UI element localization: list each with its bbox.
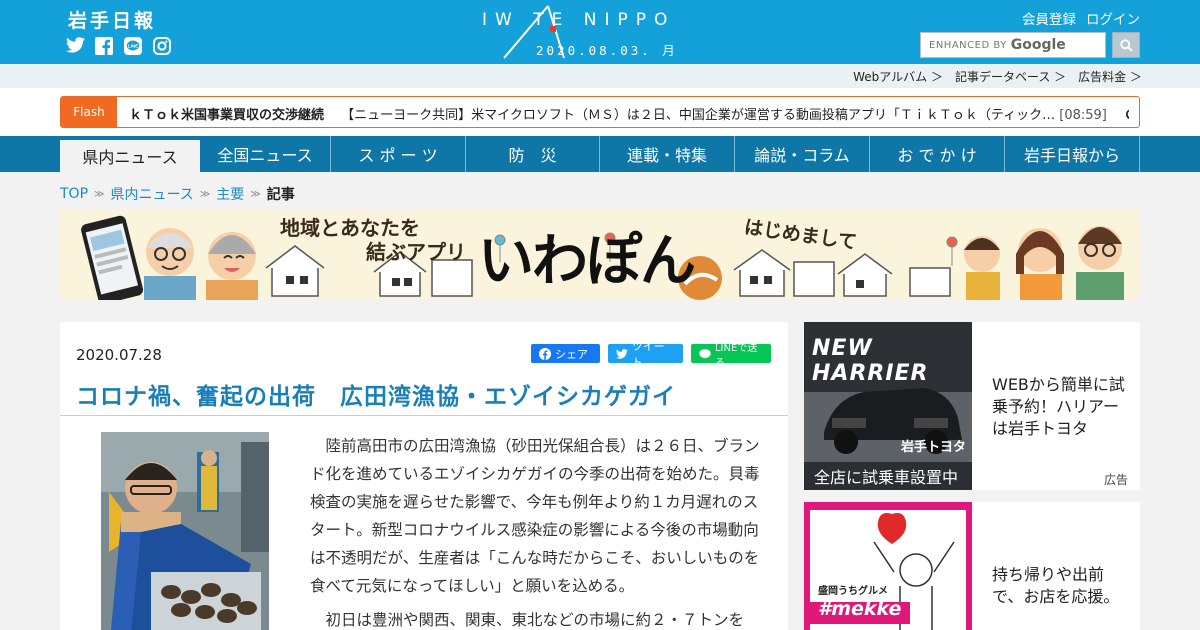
- member-register-link[interactable]: 会員登録: [1022, 8, 1076, 28]
- facebook-icon[interactable]: [95, 37, 114, 55]
- facebook-share-label: シェア: [555, 347, 588, 361]
- nav-item-outing[interactable]: お で か け: [870, 136, 1005, 172]
- banner-line2: 結ぶアプリ: [366, 240, 466, 264]
- search-icon: [1119, 38, 1133, 52]
- line-share-label: LINEで送る: [714, 342, 758, 369]
- search-input[interactable]: ENHANCED BY Google: [920, 32, 1106, 58]
- main-nav: 県内ニュース 全国ニュース ス ポ ー ツ 防 災 連載・特集 論説・コラム お…: [0, 136, 1200, 172]
- ad-image-title: #mekke: [818, 598, 902, 620]
- nav-item-series[interactable]: 連載・特集: [600, 136, 735, 172]
- site-header: 岩手日報 LINE IW TE NIPPO 2020.08.03. 月 会員登録…: [0, 0, 1200, 64]
- nav-item-local-news[interactable]: 県内ニュース: [60, 140, 200, 172]
- search-placeholder: ENHANCED BY: [929, 39, 1007, 51]
- breadcrumb: TOP ≫ 県内ニュース ≫ 主要 ≫ 記事: [60, 184, 295, 204]
- breadcrumb-separator-icon: ≫: [250, 188, 261, 200]
- twitter-icon[interactable]: [66, 37, 85, 55]
- flash-time: [08:59]: [1059, 108, 1107, 123]
- ad-image-brand: 岩手トヨタ: [900, 440, 966, 455]
- line-share-button[interactable]: LINEで送る: [691, 343, 771, 369]
- ad-image-caption: 全店に試乗車設置中: [814, 468, 959, 487]
- twitter-share-label: ツイート: [631, 339, 665, 369]
- article-paragraph: 初日は豊洲や関西、関東、東北などの市場に約２・７トンを: [325, 611, 745, 629]
- twitter-icon: [616, 348, 628, 359]
- facebook-icon: [539, 347, 551, 360]
- flash-label: Flash: [61, 97, 117, 127]
- article-database-link[interactable]: 記事データベース ＞: [955, 68, 1066, 85]
- nav-item-disaster[interactable]: 防 災: [466, 136, 600, 172]
- article-title: コロナ禍、奮起の出荷 広田湾漁協・エゾイシカゲガイ: [76, 384, 676, 410]
- line-icon: [699, 348, 711, 358]
- site-logo[interactable]: 岩手日報: [68, 6, 156, 33]
- account-links: 会員登録 ログイン: [1022, 8, 1140, 28]
- flash-ticker[interactable]: Flash ｋＴｏｋ米国事業買収の交渉継続 【ニューヨーク共同】米マイクロソフト…: [60, 96, 1140, 128]
- nav-item-national-news[interactable]: 全国ニュース: [200, 136, 331, 172]
- search-button[interactable]: [1112, 32, 1140, 58]
- ad-mekke[interactable]: 盛岡うちグルメ #mekke 持ち帰りや出前で、お店を応援。: [804, 502, 1140, 630]
- article-date: 2020.07.28: [76, 346, 162, 364]
- breadcrumb-sub[interactable]: 主要: [216, 184, 244, 204]
- login-link[interactable]: ログイン: [1086, 8, 1140, 28]
- ad-text[interactable]: 持ち帰りや出前で、お店を応援。: [992, 564, 1132, 608]
- flash-headline: ｋＴｏｋ米国事業買収の交渉継続: [129, 108, 325, 123]
- flash-next-headline: ＧＤ: [1124, 108, 1129, 123]
- breadcrumb-separator-icon: ≫: [199, 188, 211, 200]
- article-body: 陸前高田市の広田湾漁協（砂田光保組合長）は２６日、ブランド化を進めているエゾイシ…: [310, 432, 760, 630]
- ad-image-title: NEW HARRIER: [812, 336, 929, 386]
- flash-text[interactable]: ｋＴｏｋ米国事業買収の交渉継続 【ニューヨーク共同】米マイクロソフト（ＭＳ）は２…: [129, 104, 1129, 123]
- article: 2020.07.28 シェア ツイート LINEで送る コロナ禍、奮起の出荷 広…: [60, 322, 788, 630]
- banner-app-name: いわぽん: [478, 229, 696, 294]
- social-links: LINE: [66, 37, 172, 55]
- facebook-share-button[interactable]: シェア: [531, 344, 600, 363]
- nav-item-from-nippo[interactable]: 岩手日報から: [1005, 136, 1140, 172]
- instagram-icon[interactable]: [153, 37, 172, 55]
- ad-image[interactable]: NEW HARRIER 岩手トヨタ 全店に試乗車設置中: [804, 322, 972, 490]
- svg-text:LINE: LINE: [128, 44, 138, 49]
- header-date: 2020.08.03. 月: [536, 43, 678, 58]
- article-paragraph: 陸前高田市の広田湾漁協（砂田光保組合長）は２６日、ブランド化を進めているエゾイシ…: [310, 437, 760, 595]
- breadcrumb-top[interactable]: TOP: [60, 186, 88, 202]
- utility-nav: Webアルバム ＞ 記事データベース ＞ 広告料金 ＞: [0, 64, 1200, 88]
- ad-rates-link[interactable]: 広告料金 ＞: [1078, 68, 1142, 85]
- flash-news-area: Flash ｋＴｏｋ米国事業買収の交渉継続 【ニューヨーク共同】米マイクロソフト…: [0, 88, 1200, 136]
- search-google-label: Google: [1010, 37, 1066, 53]
- nav-item-sports[interactable]: ス ポ ー ツ: [331, 136, 466, 172]
- ad-label: 広告: [1103, 473, 1128, 487]
- line-icon[interactable]: LINE: [124, 37, 143, 55]
- title-divider: [60, 415, 788, 416]
- fisherman-photo: [101, 432, 269, 630]
- iwapon-app-banner[interactable]: 地域とあなたを 結ぶアプリ いわぽん はじめまして: [60, 210, 1140, 300]
- ad-toyota-harrier[interactable]: NEW HARRIER 岩手トヨタ 全店に試乗車設置中 WEBから簡単に試乗予約…: [804, 322, 1140, 490]
- web-album-link[interactable]: Webアルバム ＞: [853, 68, 943, 85]
- ad-image[interactable]: 盛岡うちグルメ #mekke: [804, 502, 972, 630]
- breadcrumb-separator-icon: ≫: [94, 188, 105, 200]
- ad-image-sub: 盛岡うちグルメ: [818, 586, 888, 597]
- nav-item-editorial[interactable]: 論説・コラム: [735, 136, 870, 172]
- article-photo[interactable]: [101, 432, 269, 630]
- flash-body: 【ニューヨーク共同】米マイクロソフト（ＭＳ）は２日、中国企業が運営する動画投稿ア…: [341, 108, 1056, 123]
- breadcrumb-section[interactable]: 県内ニュース: [110, 184, 193, 204]
- brand-wordmark[interactable]: IW TE NIPPO: [482, 10, 675, 30]
- breadcrumb-current: 記事: [266, 187, 295, 203]
- ad-text[interactable]: WEBから簡単に試乗予約！ハリアーは岩手トヨタ: [992, 374, 1132, 440]
- twitter-share-button[interactable]: ツイート: [608, 340, 683, 369]
